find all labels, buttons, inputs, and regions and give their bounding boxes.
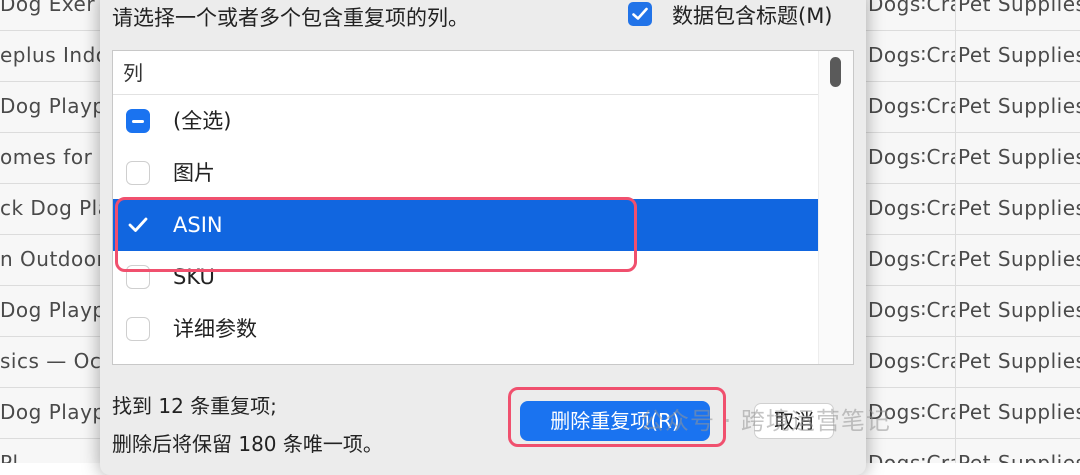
table-cell: n Outdoor bbox=[0, 247, 100, 271]
table-cell: Pet Supplies bbox=[958, 145, 1080, 169]
table-row: Dogs∶Cra Pet Supplies bbox=[866, 82, 1080, 133]
table-cell: Pet Supplies bbox=[958, 451, 1080, 463]
table-row: Dogs∶Cra Pet Supplies bbox=[866, 439, 1080, 463]
list-item-label: 详细参数 bbox=[173, 317, 257, 341]
table-cell: Pet Supplies bbox=[958, 400, 1080, 424]
table-cell: Dogs∶Cra bbox=[866, 31, 956, 82]
duplicates-found-text: 找到 12 条重复项; bbox=[112, 394, 277, 418]
list-item-details[interactable]: 详细参数 bbox=[113, 303, 821, 355]
table-cell: Dogs∶Cra bbox=[866, 286, 956, 337]
table-cell: eplus Indoo bbox=[0, 43, 100, 67]
table-cell: Dog Plaype bbox=[0, 400, 100, 424]
table-row: Dog Plaype bbox=[0, 82, 100, 133]
table-cell: Dogs∶Cra bbox=[866, 184, 956, 235]
list-scrollbar[interactable] bbox=[818, 51, 853, 364]
list-item-select-all[interactable]: (全选) bbox=[113, 95, 821, 147]
table-cell: Dog Plaype bbox=[0, 298, 100, 322]
table-row: Dog Plaype bbox=[0, 388, 100, 439]
details-column-checkbox[interactable] bbox=[126, 317, 150, 341]
column-list-header: 列 bbox=[113, 51, 821, 95]
table-cell: Pet Supplies bbox=[958, 196, 1080, 220]
table-cell: Pl bbox=[0, 451, 19, 463]
table-cell: Dogs∶Cra bbox=[866, 337, 956, 388]
table-cell: Dogs∶Cra bbox=[866, 133, 956, 184]
table-row: Dog Exer bbox=[0, 0, 100, 31]
table-row: Dogs∶Cra Pet Supplies bbox=[866, 184, 1080, 235]
checkmark-icon bbox=[632, 7, 648, 20]
table-row: omes for I bbox=[0, 133, 100, 184]
table-row: Dog Plaype bbox=[0, 286, 100, 337]
table-cell: Pet Supplies bbox=[958, 0, 1080, 16]
table-row: Pl bbox=[0, 439, 100, 463]
watermark-text: 公众号 · 跨境运营笔记 bbox=[640, 407, 891, 435]
table-cell: sics — Oc bbox=[0, 349, 100, 373]
list-item-label: (全选) bbox=[173, 109, 232, 133]
indeterminate-dash-icon bbox=[132, 120, 144, 123]
table-cell: Pet Supplies bbox=[958, 43, 1080, 67]
table-cell: Dogs∶Cra bbox=[866, 235, 956, 286]
table-row: Dogs∶Cra Pet Supplies bbox=[866, 337, 1080, 388]
table-row: Dogs∶Cra Pet Supplies bbox=[866, 286, 1080, 337]
table-row: eplus Indoo bbox=[0, 31, 100, 82]
table-row: Dogs∶Cra Pet Supplies bbox=[866, 235, 1080, 286]
list-item-label: 图片 bbox=[173, 161, 215, 185]
has-headers-checkbox[interactable] bbox=[628, 2, 652, 26]
spreadsheet-left-column: Dog Exer eplus Indoo Dog Plaype omes for… bbox=[0, 0, 100, 463]
table-row: n Outdoor bbox=[0, 235, 100, 286]
table-cell: omes for I bbox=[0, 145, 100, 169]
table-cell: Pet Supplies bbox=[958, 349, 1080, 373]
table-cell: Pet Supplies bbox=[958, 247, 1080, 271]
table-row: Dogs∶Cra Pet Supplies bbox=[866, 31, 1080, 82]
table-cell: Dogs∶Cra bbox=[866, 0, 956, 31]
table-cell: ck Dog Pla bbox=[0, 196, 100, 220]
table-row: Dogs∶Cra Pet Supplies bbox=[866, 388, 1080, 439]
image-column-checkbox[interactable] bbox=[126, 161, 150, 185]
select-all-checkbox[interactable] bbox=[126, 109, 150, 133]
unique-kept-text: 删除后将保留 180 条唯一项。 bbox=[112, 432, 383, 456]
table-cell: Pet Supplies bbox=[958, 94, 1080, 118]
has-headers-label[interactable]: 数据包含标题(M) bbox=[672, 0, 833, 30]
table-cell: Dog Exer bbox=[0, 0, 96, 16]
list-item-image[interactable]: 图片 bbox=[113, 147, 821, 199]
asin-highlight-box bbox=[115, 197, 637, 272]
table-row: Dogs∶Cra Pet Supplies bbox=[866, 133, 1080, 184]
dialog-prompt: 请选择一个或者多个包含重复项的列。 bbox=[112, 6, 469, 30]
table-cell: Pet Supplies bbox=[958, 298, 1080, 322]
table-cell: Dog Plaype bbox=[0, 94, 100, 118]
table-row: sics — Oc bbox=[0, 337, 100, 388]
scrollbar-thumb[interactable] bbox=[830, 57, 841, 87]
table-cell: Dogs∶Cra bbox=[866, 82, 956, 133]
table-row: ck Dog Pla bbox=[0, 184, 100, 235]
table-row: Dogs∶Cra Pet Supplies bbox=[866, 0, 1080, 31]
table-cell: Dogs∶Cra bbox=[866, 439, 956, 463]
spreadsheet-right-columns: Dogs∶Cra Pet Supplies Dogs∶Cra Pet Supplie… bbox=[866, 0, 1080, 463]
